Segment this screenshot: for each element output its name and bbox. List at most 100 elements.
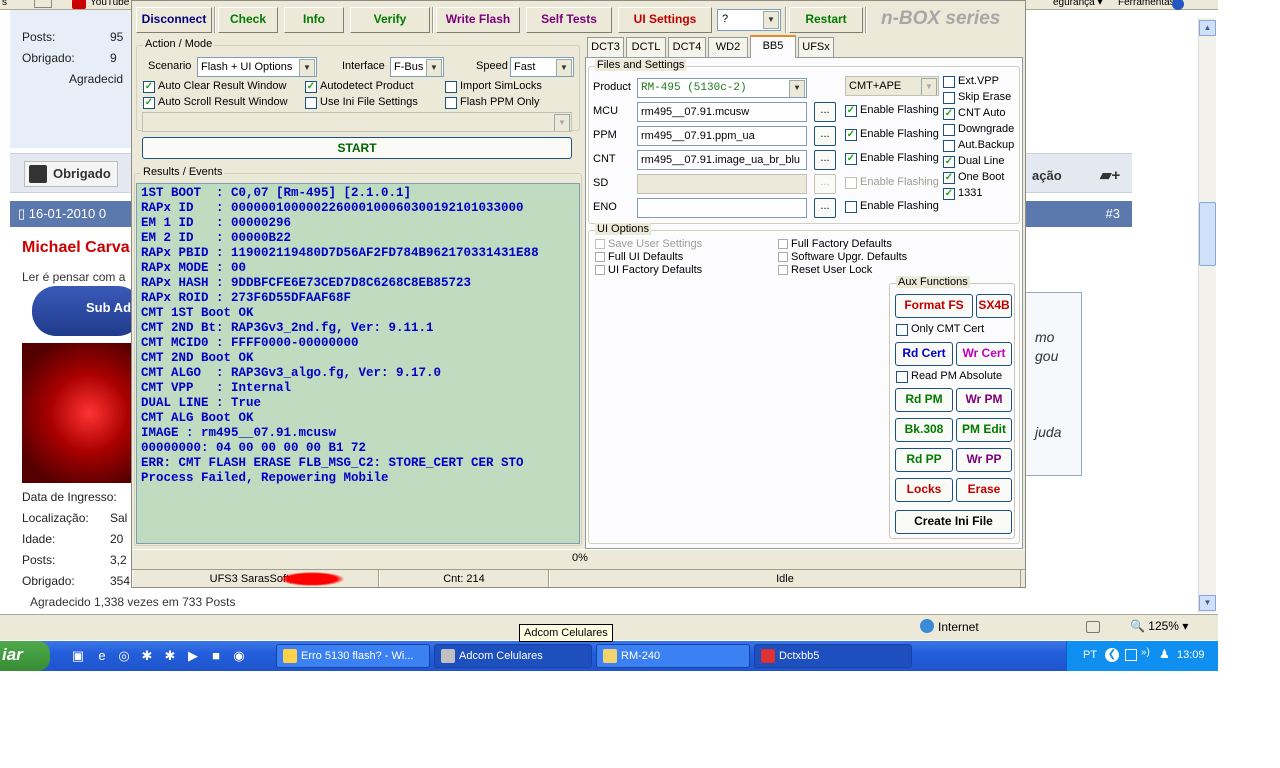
tab-wd2[interactable]: WD2: [708, 37, 748, 57]
tab-bb5[interactable]: BB5: [750, 35, 796, 58]
full-factory-checkbox[interactable]: [778, 239, 788, 249]
tray-app-icon[interactable]: [1125, 649, 1137, 661]
task-browser[interactable]: Erro 5130 flash? - Wi...: [276, 644, 430, 668]
product-select[interactable]: RM-495 (5130c-2) ▼: [637, 78, 807, 98]
pm-edit-button[interactable]: PM Edit: [956, 418, 1012, 442]
results-log[interactable]: 1ST BOOT : C0,07 [Rm-495] [2.1.0.1] RAPx …: [136, 183, 580, 544]
citacao-button[interactable]: ação: [1032, 168, 1062, 183]
read-pm-abs-checkbox[interactable]: [896, 371, 908, 383]
scenario-select[interactable]: Flash + UI Options ▼: [197, 57, 317, 77]
chevron-left-icon[interactable]: ❮: [1105, 648, 1119, 662]
rd-pm-button[interactable]: Rd PM: [895, 388, 953, 412]
chevron-down-icon[interactable]: ▼: [789, 80, 805, 97]
ppm-enable-checkbox[interactable]: ✓: [845, 129, 857, 141]
eno-file-field[interactable]: [637, 198, 807, 218]
bk308-button[interactable]: Bk.308: [895, 418, 953, 442]
post-author[interactable]: Michael Carva: [22, 239, 130, 257]
quick-reply-icon[interactable]: ▰+: [1100, 166, 1124, 184]
info-button[interactable]: Info: [284, 7, 344, 33]
auto-scroll-checkbox[interactable]: ✓: [143, 97, 155, 109]
avatar[interactable]: [22, 343, 134, 483]
task-rm240[interactable]: RM-240: [596, 644, 750, 668]
task-adcom[interactable]: Adcom Celulares: [434, 644, 592, 668]
ext-vpp-checkbox[interactable]: [943, 76, 955, 88]
scroll-up-icon[interactable]: ▲: [1199, 20, 1216, 36]
chevron-down-icon[interactable]: ▼: [763, 11, 779, 29]
auto-clear-checkbox[interactable]: ✓: [143, 81, 155, 93]
cnt-browse-button[interactable]: ...: [814, 150, 836, 170]
stop-icon[interactable]: ■: [208, 648, 224, 664]
autodetect-checkbox[interactable]: ✓: [305, 81, 317, 93]
mode-select[interactable]: CMT+APE ▼: [845, 76, 939, 96]
tab-ufsx[interactable]: UFSx: [798, 37, 834, 57]
scroll-down-icon[interactable]: ▼: [1199, 595, 1216, 611]
ui-factory-checkbox[interactable]: [595, 265, 605, 275]
cnt-enable-checkbox[interactable]: ✓: [845, 153, 857, 165]
only-cmt-checkbox[interactable]: [896, 324, 908, 336]
mcu-file-field[interactable]: rm495__07.91.mcusw: [637, 102, 807, 122]
ie-icon[interactable]: e: [94, 648, 110, 664]
scroll-thumb[interactable]: [1199, 202, 1216, 266]
chevron-down-icon[interactable]: ▼: [426, 59, 442, 76]
obrigado-button[interactable]: Obrigado: [24, 161, 118, 187]
mcu-browse-button[interactable]: ...: [814, 102, 836, 122]
tab-dct4[interactable]: DCT4: [668, 37, 706, 57]
ppm-file-field[interactable]: rm495__07.91.ppm_ua: [637, 126, 807, 146]
show-desktop-icon[interactable]: ▣: [70, 648, 86, 664]
wr-pm-button[interactable]: Wr PM: [956, 388, 1012, 412]
user-icon[interactable]: ♟: [1159, 647, 1170, 661]
wr-pp-button[interactable]: Wr PP: [956, 448, 1012, 472]
view-icon[interactable]: [34, 0, 52, 8]
language-indicator[interactable]: PT: [1083, 649, 1097, 661]
start-button[interactable]: iar: [0, 641, 50, 671]
speaker-icon[interactable]: »): [1141, 647, 1150, 658]
rd-pp-button[interactable]: Rd PP: [895, 448, 953, 472]
full-ui-checkbox[interactable]: [595, 252, 605, 262]
post-number[interactable]: #3: [1106, 206, 1120, 221]
help-select[interactable]: ? ▼: [717, 9, 781, 31]
rd-cert-button[interactable]: Rd Cert: [895, 342, 953, 366]
ie-toolbar-item[interactable]: s: [2, 0, 7, 8]
software-upgr-checkbox[interactable]: [778, 252, 788, 262]
media-icon[interactable]: ◉: [231, 648, 247, 664]
start-button[interactable]: START: [142, 137, 572, 159]
format-fs-button[interactable]: Format FS: [895, 294, 973, 318]
wr-cert-button[interactable]: Wr Cert: [956, 342, 1012, 366]
eno-enable-checkbox[interactable]: [845, 201, 857, 213]
locks-button[interactable]: Locks: [895, 478, 953, 502]
page-scrollbar[interactable]: ▲ ▼: [1198, 18, 1216, 613]
write-flash-button[interactable]: Write Flash: [436, 7, 520, 33]
flash-ppm-only-checkbox[interactable]: [445, 97, 457, 109]
erase-button[interactable]: Erase: [956, 478, 1012, 502]
tab-dct3[interactable]: DCT3: [587, 37, 624, 57]
one-boot-checkbox[interactable]: ✓: [943, 172, 955, 184]
eno-browse-button[interactable]: ...: [814, 198, 836, 218]
help-icon[interactable]: [1172, 0, 1184, 10]
verify-button[interactable]: Verify: [350, 7, 430, 33]
tab-dctl[interactable]: DCTL: [626, 37, 666, 57]
create-ini-button[interactable]: Create Ini File: [895, 510, 1012, 534]
chevron-down-icon[interactable]: ▼: [921, 78, 937, 95]
v1331-checkbox[interactable]: ✓: [943, 188, 955, 200]
zoom-level[interactable]: 🔍 125% ▾: [1130, 619, 1188, 633]
ui-settings-button[interactable]: UI Settings: [618, 7, 712, 33]
restart-button[interactable]: Restart: [789, 7, 863, 33]
cnt-auto-checkbox[interactable]: ✓: [943, 108, 955, 120]
check-button[interactable]: Check: [218, 7, 278, 33]
mcu-enable-checkbox[interactable]: ✓: [845, 105, 857, 117]
downgrade-checkbox[interactable]: [943, 124, 955, 136]
cnt-file-field[interactable]: rm495__07.91.image_ua_br_blu: [637, 150, 807, 170]
task-dctxbb5[interactable]: Dctxbb5: [754, 644, 912, 668]
use-ini-checkbox[interactable]: [305, 97, 317, 109]
interface-select[interactable]: F-Bus ▼: [390, 57, 444, 77]
self-tests-button[interactable]: Self Tests: [526, 7, 612, 33]
skip-erase-checkbox[interactable]: [943, 92, 955, 104]
play-icon[interactable]: ▶: [185, 648, 201, 664]
security-menu[interactable]: egurança ▾: [1053, 0, 1103, 8]
disconnect-button[interactable]: Disconnect: [136, 7, 212, 33]
sx4b-button[interactable]: SX4B: [976, 294, 1012, 318]
chevron-down-icon[interactable]: ▼: [299, 59, 315, 76]
import-simlocks-checkbox[interactable]: [445, 81, 457, 93]
gear-icon[interactable]: ✱: [162, 648, 178, 664]
ppm-browse-button[interactable]: ...: [814, 126, 836, 146]
